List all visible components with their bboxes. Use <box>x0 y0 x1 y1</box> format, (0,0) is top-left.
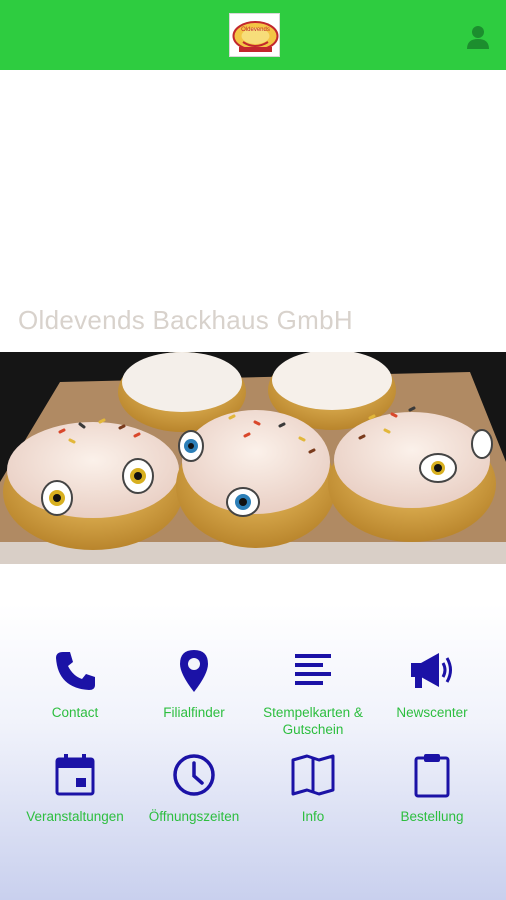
book-icon <box>290 752 336 798</box>
nav-item-bestellung[interactable]: Bestellung <box>369 752 495 844</box>
hero-image <box>0 352 506 564</box>
nav-label: Veranstaltungen <box>26 809 124 824</box>
location-pin-icon <box>171 648 217 694</box>
nav-label: Info <box>301 809 325 824</box>
user-icon[interactable] <box>465 24 491 50</box>
nav-item-contact[interactable]: Contact <box>12 648 138 740</box>
megaphone-icon <box>409 648 455 694</box>
phone-icon <box>52 648 98 694</box>
top-bar: Oldevends <box>0 0 506 70</box>
company-name: Oldevends Backhaus GmbH <box>18 305 353 335</box>
nav-panel: Contact Filialfinder Stempelkarten & Gut… <box>0 604 506 900</box>
nav-label: Contact <box>51 705 99 720</box>
nav-label: Filialfinder <box>163 705 225 720</box>
nav-label: Newscenter <box>396 705 468 720</box>
text-lines-icon <box>290 648 336 694</box>
nav-item-oeffnungszeiten[interactable]: Öffnungszeiten <box>131 752 257 844</box>
nav-label: Stempelkarten & Gutschein <box>263 705 363 737</box>
nav-item-veranstaltungen[interactable]: Veranstaltungen <box>12 752 138 844</box>
nav-item-stempelkarten[interactable]: Stempelkarten & Gutschein <box>250 648 376 740</box>
nav-label: Bestellung <box>400 809 464 824</box>
logo-text: Oldevends <box>241 27 270 33</box>
clock-icon <box>171 752 217 798</box>
nav-item-filialfinder[interactable]: Filialfinder <box>131 648 257 740</box>
calendar-icon <box>52 752 98 798</box>
brand-logo[interactable]: Oldevends <box>229 13 280 57</box>
nav-item-newscenter[interactable]: Newscenter <box>369 648 495 740</box>
clipboard-icon <box>409 752 455 798</box>
nav-label: Öffnungszeiten <box>148 809 240 824</box>
nav-item-info[interactable]: Info <box>250 752 376 844</box>
